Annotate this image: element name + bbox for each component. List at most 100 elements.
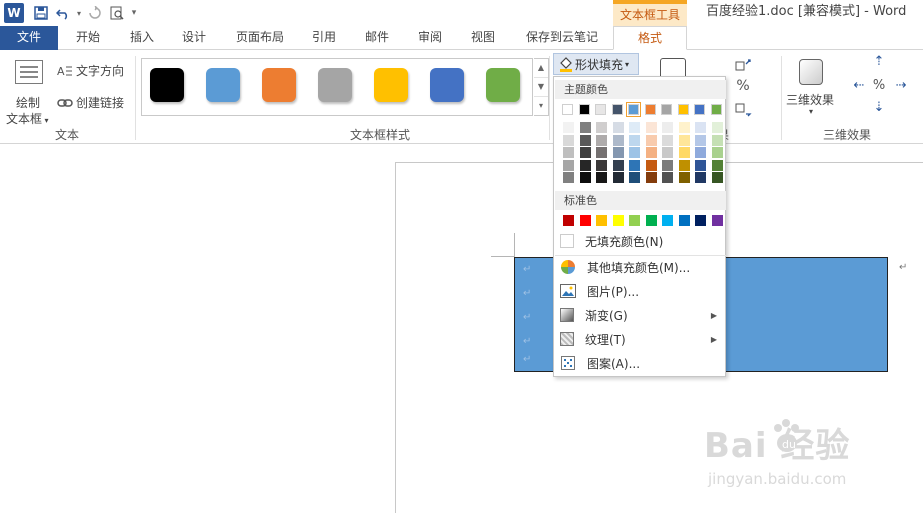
theme-tint-swatch[interactable]: [612, 134, 624, 146]
theme-tint-swatch[interactable]: [695, 159, 706, 171]
theme-tint-swatch[interactable]: [596, 147, 607, 158]
theme-color-swatch[interactable]: [562, 104, 573, 115]
theme-color-swatch[interactable]: [661, 104, 672, 115]
nudge-shadow-icon[interactable]: %: [734, 77, 752, 95]
theme-tint-swatch[interactable]: [695, 134, 706, 146]
more-fill-colors-item[interactable]: 其他填充颜色(M)...: [555, 255, 726, 279]
style-swatch-orange[interactable]: [262, 68, 296, 102]
theme-tint-swatch[interactable]: [695, 147, 706, 158]
gallery-scroll-up-icon[interactable]: ▲: [534, 59, 548, 78]
redo-icon[interactable]: [84, 2, 106, 24]
pattern-fill-item[interactable]: 图案(A)...: [555, 351, 726, 375]
create-link-button[interactable]: 创建链接: [57, 94, 124, 111]
theme-tint-swatch[interactable]: [596, 159, 607, 171]
theme-tint-swatch[interactable]: [563, 122, 574, 133]
tilt-left-icon[interactable]: ⇠: [849, 78, 869, 96]
theme-color-swatch[interactable]: [611, 104, 623, 115]
theme-tint-swatch[interactable]: [629, 159, 640, 171]
save-icon[interactable]: [30, 2, 52, 24]
picture-fill-item[interactable]: 图片(P)...: [555, 279, 726, 303]
standard-color-swatch[interactable]: [629, 215, 640, 226]
theme-tint-swatch[interactable]: [596, 172, 607, 183]
word-app-icon[interactable]: W: [4, 3, 24, 23]
theme-tint-swatch[interactable]: [563, 159, 574, 171]
standard-color-swatch[interactable]: [596, 215, 607, 226]
3d-effects-button[interactable]: 三维效果 ▾: [786, 56, 838, 122]
theme-tint-swatch[interactable]: [662, 147, 673, 158]
theme-tint-swatch[interactable]: [563, 147, 574, 158]
tab-design[interactable]: 设计: [172, 26, 216, 50]
theme-tint-swatch[interactable]: [579, 172, 591, 183]
theme-tint-swatch[interactable]: [645, 122, 657, 133]
no-fill-item[interactable]: 无填充颜色(N): [555, 229, 726, 253]
theme-tint-swatch[interactable]: [678, 134, 690, 146]
3d-toggle-icon[interactable]: %: [869, 78, 889, 96]
theme-tint-swatch[interactable]: [579, 147, 591, 158]
theme-tint-swatch[interactable]: [629, 134, 640, 146]
theme-color-swatch[interactable]: [710, 104, 722, 115]
style-swatch-green[interactable]: [486, 68, 520, 102]
tab-home[interactable]: 开始: [66, 26, 110, 50]
style-swatch-black[interactable]: [150, 68, 184, 102]
style-swatch-gray[interactable]: [318, 68, 352, 102]
tab-page-layout[interactable]: 页面布局: [228, 26, 292, 50]
theme-tint-swatch[interactable]: [612, 147, 624, 158]
theme-color-swatch[interactable]: [677, 104, 689, 115]
theme-tint-swatch[interactable]: [662, 159, 673, 171]
tilt-down-icon[interactable]: ⇣: [869, 100, 889, 118]
standard-color-swatch[interactable]: [678, 215, 690, 226]
theme-color-swatch[interactable]: [595, 104, 606, 115]
theme-tint-swatch[interactable]: [678, 172, 690, 183]
theme-tint-swatch[interactable]: [695, 172, 706, 183]
gallery-more-icon[interactable]: ▾: [534, 97, 548, 116]
theme-tint-swatch[interactable]: [645, 134, 657, 146]
theme-tint-swatch[interactable]: [678, 147, 690, 158]
gallery-scroll-down-icon[interactable]: ▼: [534, 78, 548, 97]
customize-qat-icon[interactable]: ▾: [128, 2, 140, 24]
theme-tint-swatch[interactable]: [662, 172, 673, 183]
theme-tint-swatch[interactable]: [612, 172, 624, 183]
print-preview-icon[interactable]: [106, 2, 128, 24]
style-swatch-blue[interactable]: [206, 68, 240, 102]
style-swatch-gold[interactable]: [374, 68, 408, 102]
standard-color-swatch[interactable]: [662, 215, 673, 226]
theme-color-swatch[interactable]: [578, 104, 590, 115]
standard-color-swatch[interactable]: [695, 215, 706, 226]
tilt-right-icon[interactable]: ⇢: [891, 78, 911, 96]
nudge-up-icon[interactable]: [734, 56, 752, 72]
gradient-fill-item[interactable]: 渐变(G) ▶: [555, 303, 726, 327]
theme-tint-swatch[interactable]: [629, 147, 640, 158]
theme-tint-swatch[interactable]: [596, 122, 607, 133]
tab-insert[interactable]: 插入: [120, 26, 164, 50]
draw-textbox-button[interactable]: 绘制 文本框 ▾: [6, 56, 52, 126]
theme-tint-swatch[interactable]: [695, 122, 706, 133]
tab-mailings[interactable]: 邮件: [355, 26, 399, 50]
theme-tint-swatch[interactable]: [596, 134, 607, 146]
tab-cloud-notes[interactable]: 保存到云笔记: [517, 26, 607, 50]
theme-tint-swatch[interactable]: [678, 122, 690, 133]
theme-tint-swatch[interactable]: [662, 134, 673, 146]
standard-color-swatch[interactable]: [563, 215, 574, 226]
theme-tint-swatch[interactable]: [563, 134, 574, 146]
theme-tint-swatch[interactable]: [645, 147, 657, 158]
theme-tint-swatch[interactable]: [711, 172, 723, 183]
theme-tint-swatch[interactable]: [662, 122, 673, 133]
theme-tint-swatch[interactable]: [678, 159, 690, 171]
theme-tint-swatch[interactable]: [579, 122, 591, 133]
theme-color-swatch[interactable]: [694, 104, 705, 115]
theme-tint-swatch[interactable]: [579, 159, 591, 171]
tab-view[interactable]: 视图: [461, 26, 505, 50]
theme-tint-swatch[interactable]: [612, 159, 624, 171]
nudge-down-icon[interactable]: [734, 102, 752, 118]
theme-tint-swatch[interactable]: [645, 172, 657, 183]
theme-tint-swatch[interactable]: [711, 122, 723, 133]
texture-fill-item[interactable]: 纹理(T) ▶: [555, 327, 726, 351]
theme-color-swatch[interactable]: [644, 104, 656, 115]
standard-color-swatch[interactable]: [579, 215, 591, 226]
theme-tint-swatch[interactable]: [711, 159, 723, 171]
theme-tint-swatch[interactable]: [629, 172, 640, 183]
theme-tint-swatch[interactable]: [711, 147, 723, 158]
tilt-up-icon[interactable]: ⇡: [869, 54, 889, 72]
tab-review[interactable]: 审阅: [408, 26, 452, 50]
standard-color-swatch[interactable]: [645, 215, 657, 226]
